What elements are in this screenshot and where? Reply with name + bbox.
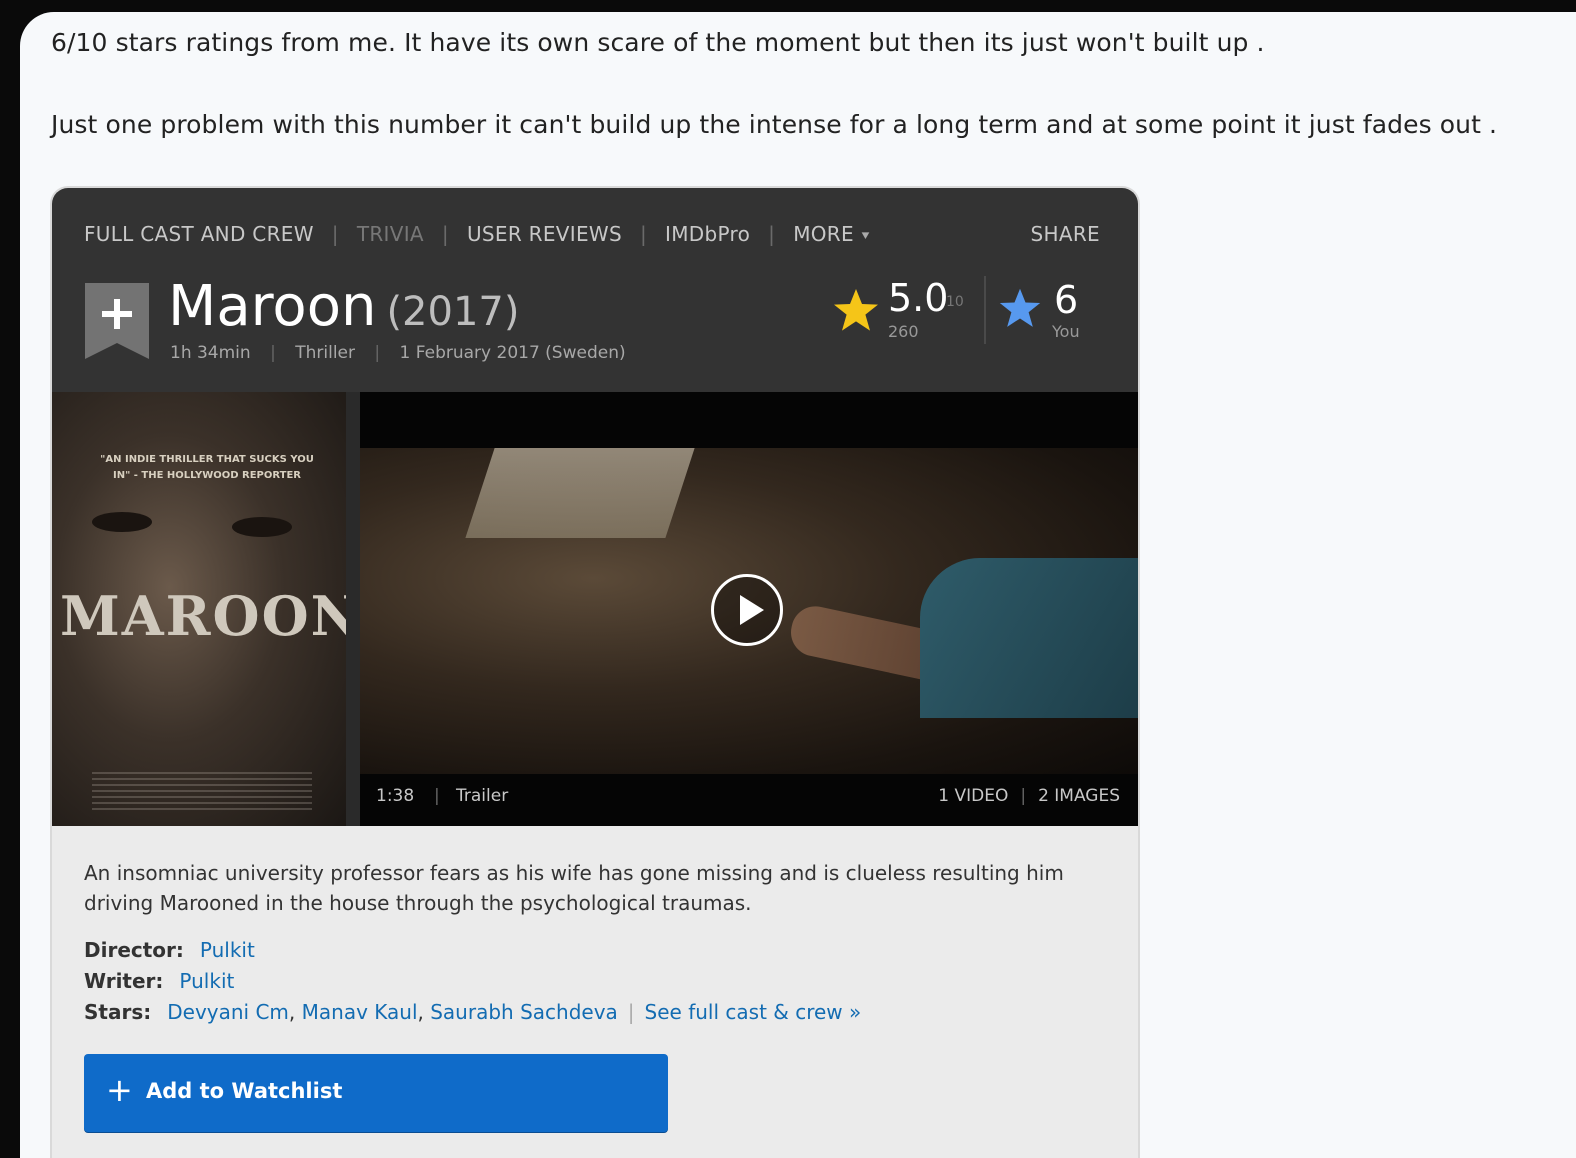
- media-counts: 1 VIDEO | 2 IMAGES: [938, 786, 1120, 806]
- movie-year[interactable]: (2017): [386, 289, 519, 335]
- nav-imdbpro[interactable]: IMDbPro: [665, 222, 750, 246]
- writer-label: Writer:: [84, 969, 164, 993]
- nav-more[interactable]: MORE ⯆: [793, 222, 871, 246]
- rating-widget: 5.0 10 260 6 You: [832, 276, 1132, 346]
- counts-separator: |: [1020, 786, 1027, 806]
- images-link[interactable]: 2 IMAGES: [1038, 786, 1120, 806]
- movie-title: Maroon (2017): [168, 274, 519, 339]
- watchlist-ribbon-icon[interactable]: [85, 283, 149, 359]
- imdb-rating: 5.0: [888, 276, 949, 320]
- nav-user-reviews[interactable]: USER REVIEWS: [467, 222, 622, 246]
- share-link[interactable]: SHARE: [1031, 222, 1100, 246]
- title-header: FULL CAST AND CREW | TRIVIA | USER REVIE…: [52, 188, 1138, 392]
- your-rating[interactable]: 6: [1054, 278, 1078, 322]
- plus-icon: +: [106, 1071, 133, 1109]
- add-to-watchlist-button[interactable]: + Add to Watchlist: [84, 1054, 668, 1132]
- poster-title: MAROON: [60, 584, 346, 648]
- scene-arm: [920, 558, 1138, 718]
- movie-title-text: Maroon: [168, 274, 377, 339]
- comment-line-2: Just one problem with this number it can…: [51, 110, 1498, 139]
- meta-separator: |: [270, 343, 276, 363]
- double-chevron-down-icon: ⯆: [859, 229, 872, 245]
- full-cast-link[interactable]: See full cast & crew »: [645, 1000, 862, 1024]
- plot-summary: An insomniac university professor fears …: [84, 861, 1064, 915]
- play-triangle: [740, 595, 764, 625]
- movie-poster[interactable]: "AN INDIE THRILLER THAT SUCKS YOU IN" - …: [52, 392, 346, 826]
- video-duration: 1:38: [376, 786, 415, 806]
- director-link[interactable]: Pulkit: [200, 938, 255, 962]
- scene-papers: [465, 448, 695, 538]
- user-star-icon[interactable]: [998, 286, 1042, 330]
- director-row: Director: Pulkit: [84, 938, 255, 962]
- star-icon: [834, 289, 878, 331]
- comma: ,: [288, 1000, 302, 1024]
- video-info-bar: 1:38 | Trailer 1 VIDEO | 2 IMAGES: [360, 782, 1138, 812]
- videos-link[interactable]: 1 VIDEO: [938, 786, 1008, 806]
- poster-credits-block: [92, 772, 312, 812]
- trailer-video[interactable]: 1:38 | Trailer 1 VIDEO | 2 IMAGES: [360, 392, 1138, 826]
- writer-row: Writer: Pulkit: [84, 969, 234, 993]
- page: 6/10 stars ratings from me. It have its …: [20, 12, 1576, 1158]
- nav-separator: |: [768, 222, 776, 246]
- stars-row: Stars: Devyani Cm, Manav Kaul, Saurabh Sa…: [84, 1000, 861, 1024]
- release-date-link[interactable]: 1 February 2017 (Sweden): [400, 343, 626, 363]
- nav-trivia[interactable]: TRIVIA: [357, 222, 424, 246]
- director-label: Director:: [84, 938, 184, 962]
- imdb-card: FULL CAST AND CREW | TRIVIA | USER REVIE…: [52, 188, 1138, 1158]
- add-to-watchlist-label: Add to Watchlist: [146, 1079, 343, 1103]
- meta-separator: |: [374, 343, 381, 363]
- poster-face-detail: [92, 512, 152, 532]
- video-separator: |: [434, 786, 440, 806]
- rating-scale: 10: [946, 294, 964, 310]
- stars-separator: |: [627, 1000, 635, 1024]
- comment-line-1: 6/10 stars ratings from me. It have its …: [51, 28, 1265, 57]
- top-nav: FULL CAST AND CREW | TRIVIA | USER REVIE…: [84, 222, 871, 246]
- vote-count[interactable]: 260: [888, 322, 919, 341]
- star-link[interactable]: Saurabh Sachdeva: [430, 1000, 618, 1024]
- nav-more-label: MORE: [793, 222, 854, 246]
- runtime: 1h 34min: [170, 343, 251, 363]
- poster-face-detail: [232, 517, 292, 537]
- writer-link[interactable]: Pulkit: [179, 969, 234, 993]
- nav-separator: |: [331, 222, 339, 246]
- star-link[interactable]: Devyani Cm: [167, 1000, 289, 1024]
- rating-divider: [984, 276, 986, 344]
- nav-full-cast[interactable]: FULL CAST AND CREW: [84, 222, 314, 246]
- star-link[interactable]: Manav Kaul: [302, 1000, 418, 1024]
- stars-label: Stars:: [84, 1000, 152, 1024]
- genre-link[interactable]: Thriller: [295, 343, 355, 363]
- nav-separator: |: [441, 222, 449, 246]
- play-icon[interactable]: [711, 574, 783, 646]
- nav-separator: |: [640, 222, 648, 246]
- video-type: Trailer: [456, 786, 509, 806]
- your-rating-label: You: [1052, 322, 1080, 341]
- comma: ,: [417, 1000, 431, 1024]
- poster-quote: "AN INDIE THRILLER THAT SUCKS YOU IN" - …: [100, 454, 314, 481]
- media-divider: [346, 392, 360, 826]
- title-meta: 1h 34min | Thriller | 1 February 2017 (S…: [170, 343, 626, 363]
